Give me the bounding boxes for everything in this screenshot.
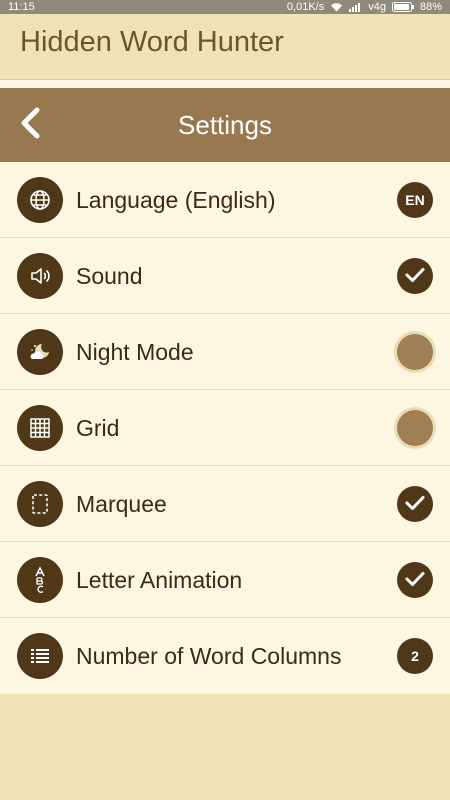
grid-toggle-unchecked[interactable] <box>397 410 433 446</box>
status-time: 11:15 <box>8 1 35 13</box>
globe-icon <box>17 177 63 223</box>
page-title: Settings <box>178 110 272 140</box>
settings-list: Language (English) EN Sound Night Mode G… <box>0 162 450 694</box>
setting-label: Marquee <box>76 491 167 517</box>
setting-label: Language (English) <box>76 187 276 213</box>
status-bar: 11:15 0,01K/s v4g 88% <box>0 0 450 14</box>
setting-language[interactable]: Language (English) EN <box>0 162 450 238</box>
setting-night-mode[interactable]: Night Mode <box>0 314 450 390</box>
night-mode-toggle-unchecked[interactable] <box>397 334 433 370</box>
app-bar: Hidden Word Hunter <box>0 14 450 80</box>
speaker-icon <box>17 253 63 299</box>
battery-level: 88% <box>419 1 442 13</box>
battery-icon <box>391 2 414 12</box>
setting-sound[interactable]: Sound <box>0 238 450 314</box>
letters-icon <box>17 557 63 603</box>
setting-label: Night Mode <box>76 339 194 365</box>
setting-marquee[interactable]: Marquee <box>0 466 450 542</box>
marquee-toggle-checked[interactable] <box>397 486 433 522</box>
setting-label: Sound <box>76 263 143 289</box>
check-icon <box>405 495 425 514</box>
check-icon <box>405 571 425 590</box>
check-icon <box>405 267 425 286</box>
back-button[interactable] <box>10 105 50 145</box>
wifi-icon <box>330 2 343 12</box>
language-badge[interactable]: EN <box>397 182 433 218</box>
moon-cloud-icon <box>17 329 63 375</box>
divider <box>0 80 450 88</box>
sound-toggle-checked[interactable] <box>397 258 433 294</box>
setting-word-columns[interactable]: Number of Word Columns 2 <box>0 618 450 694</box>
setting-letter-animation[interactable]: Letter Animation <box>0 542 450 618</box>
settings-header: Settings <box>0 88 450 162</box>
network-speed: 0,01K/s <box>286 1 325 13</box>
signal-icon <box>349 2 362 12</box>
network-type: v4g <box>368 1 386 13</box>
app-title: Hidden Word Hunter <box>20 26 284 58</box>
setting-label: Letter Animation <box>76 567 243 593</box>
setting-label: Grid <box>76 415 120 441</box>
grid-icon <box>17 405 63 451</box>
list-columns-icon <box>17 633 63 679</box>
setting-grid[interactable]: Grid <box>0 390 450 466</box>
chevron-left-icon <box>18 106 42 145</box>
marquee-icon <box>17 481 63 527</box>
word-columns-badge[interactable]: 2 <box>397 638 433 674</box>
letter-animation-toggle-checked[interactable] <box>397 562 433 598</box>
setting-label: Number of Word Columns <box>76 643 342 669</box>
